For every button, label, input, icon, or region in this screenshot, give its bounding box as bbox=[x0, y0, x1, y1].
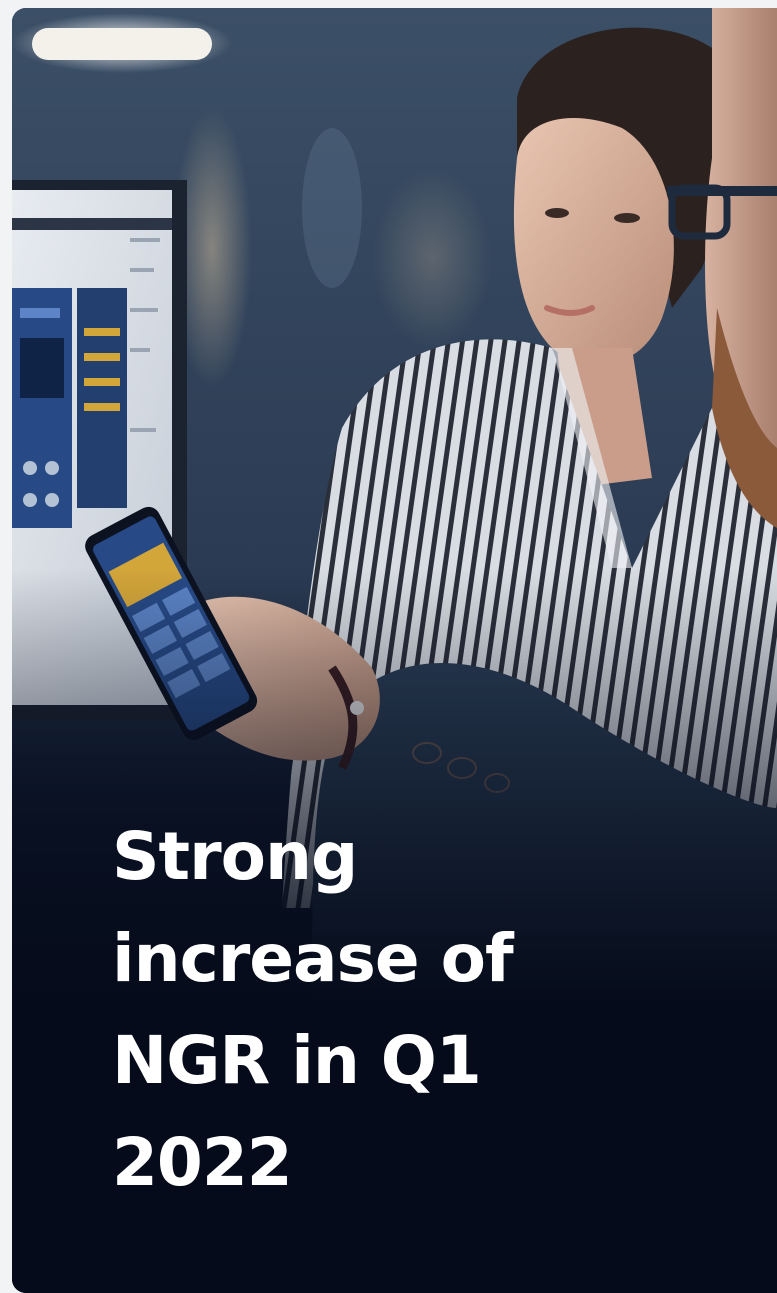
card-headline[interactable]: Strong increase of NGR in Q1 2022 bbox=[112, 806, 632, 1214]
news-card[interactable]: Strong increase of NGR in Q1 2022 bbox=[12, 8, 777, 1293]
